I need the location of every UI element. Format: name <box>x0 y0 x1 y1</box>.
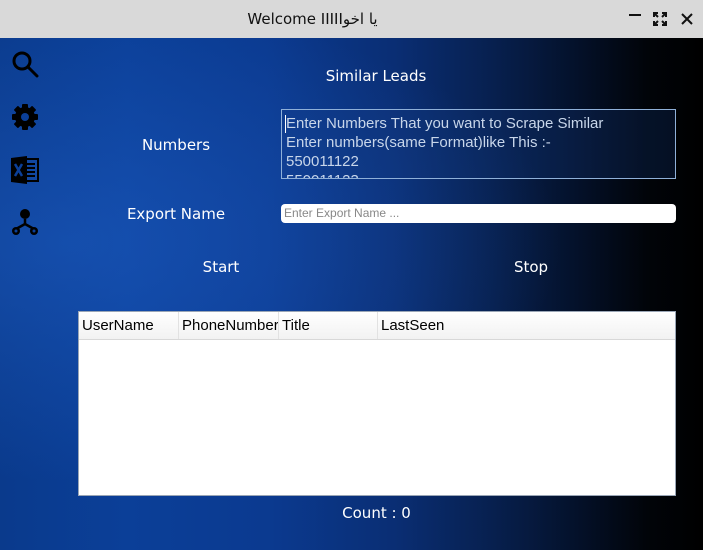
minimize-icon[interactable] <box>624 8 646 30</box>
maximize-icon[interactable] <box>649 8 671 30</box>
network-icon[interactable] <box>10 207 40 237</box>
numbers-input[interactable]: Enter Numbers That you want to Scrape Si… <box>281 109 676 179</box>
column-header-phonenumber[interactable]: PhoneNumber <box>179 312 279 339</box>
excel-icon[interactable] <box>10 155 40 185</box>
results-table[interactable]: UserName PhoneNumber Title LastSeen <box>78 311 676 496</box>
column-header-username[interactable]: UserName <box>79 312 179 339</box>
count-label: Count : 0 <box>342 504 411 522</box>
column-header-lastseen[interactable]: LastSeen <box>378 312 675 339</box>
title-bar: Welcome IIIIIيا اخو <box>0 0 703 38</box>
close-icon[interactable] <box>676 8 698 30</box>
text-caret <box>285 115 286 133</box>
column-header-title[interactable]: Title <box>279 312 378 339</box>
window-title: Welcome IIIIIيا اخو <box>247 10 378 28</box>
export-name-input[interactable]: Enter Export Name ... <box>281 204 676 223</box>
stop-button[interactable]: Stop <box>491 258 571 276</box>
search-icon[interactable] <box>10 49 40 79</box>
page-title: Similar Leads <box>325 67 427 85</box>
export-name-label: Export Name <box>126 205 226 223</box>
gear-icon[interactable] <box>10 102 40 132</box>
table-header: UserName PhoneNumber Title LastSeen <box>79 312 675 340</box>
start-button[interactable]: Start <box>181 258 261 276</box>
numbers-placeholder: Enter Numbers That you want to Scrape Si… <box>286 115 604 178</box>
numbers-label: Numbers <box>141 136 211 154</box>
